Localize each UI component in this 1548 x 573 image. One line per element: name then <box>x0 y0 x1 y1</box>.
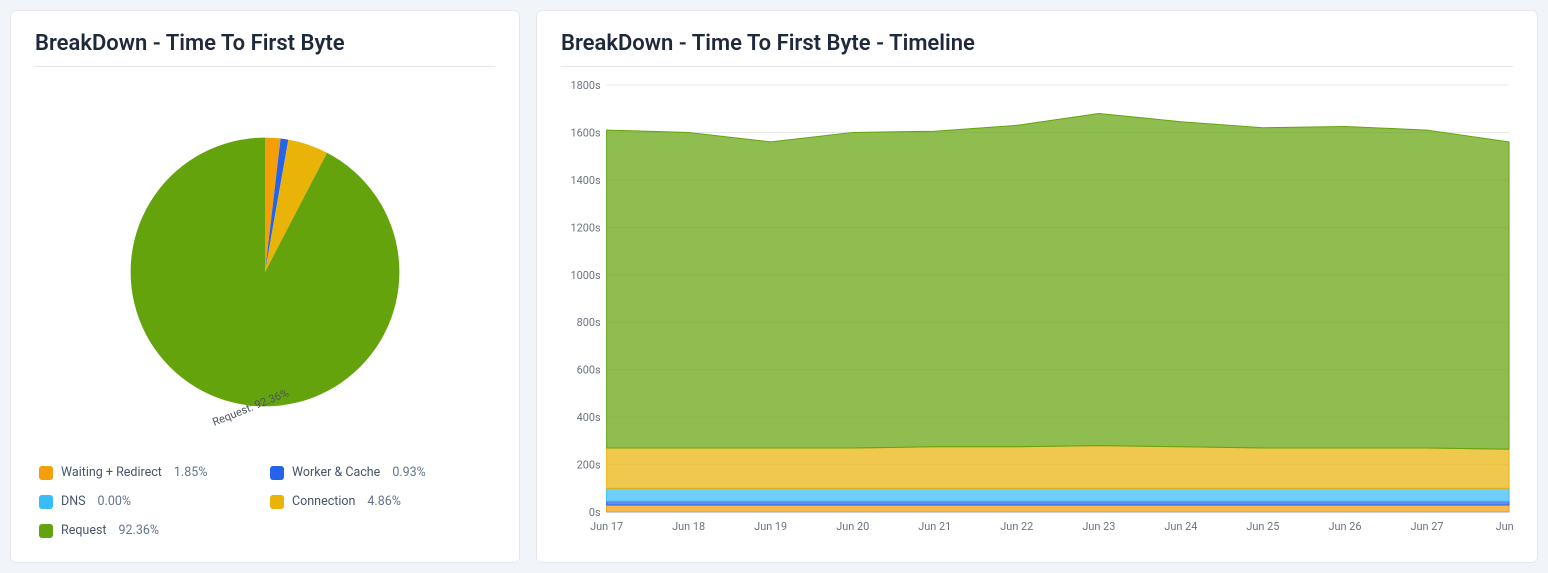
y-tick-label: 1600s <box>571 126 601 139</box>
timeline-chart: 0s 200s 400s 600s 800s 1000s 1200s 1400s 1600s 18… <box>561 79 1513 538</box>
legend-label: Worker & Cache <box>292 465 380 480</box>
legend-pct: 1.85% <box>174 465 208 480</box>
x-tick-label: Jun 21 <box>918 520 951 533</box>
y-tick-label: 600s <box>577 364 601 377</box>
y-tick-label: 400s <box>577 411 601 424</box>
pie-card: BreakDown - Time To First Byte Request: … <box>10 10 520 563</box>
area-series[interactable] <box>607 501 1509 505</box>
y-tick-label: 0s <box>589 506 601 519</box>
legend-pct: 0.93% <box>392 465 426 480</box>
pie-chart <box>125 132 405 412</box>
pie-chart-area[interactable]: Request: 92.36% <box>35 79 495 465</box>
timeline-card-title: BreakDown - Time To First Byte - Timelin… <box>561 31 1513 56</box>
legend-item[interactable]: Worker & Cache 0.93% <box>270 465 491 480</box>
legend-label: Waiting + Redirect <box>61 465 162 480</box>
legend-swatch <box>39 524 53 538</box>
legend-swatch <box>270 466 284 480</box>
x-tick-label: Jun 2 <box>1496 520 1513 533</box>
x-tick-label: Jun 23 <box>1082 520 1115 533</box>
legend-swatch <box>270 495 284 509</box>
legend-pct: 0.00% <box>98 494 132 509</box>
x-tick-label: Jun 26 <box>1328 520 1361 533</box>
pie-legend: Waiting + Redirect 1.85% Worker & Cache 0.9… <box>35 465 495 538</box>
y-tick-label: 800s <box>577 316 601 329</box>
y-tick-label: 1200s <box>571 221 601 234</box>
legend-item[interactable]: DNS 0.00% <box>39 494 260 509</box>
x-tick-label: Jun 25 <box>1246 520 1279 533</box>
timeline-card: BreakDown - Time To First Byte - Timelin… <box>536 10 1538 563</box>
legend-label: Request <box>61 523 107 538</box>
area-series[interactable] <box>607 488 1509 501</box>
y-tick-label: 1400s <box>571 174 601 187</box>
x-tick-label: Jun 22 <box>1000 520 1033 533</box>
legend-pct: 92.36% <box>119 523 160 538</box>
y-tick-label: 200s <box>577 459 601 472</box>
pie-slice[interactable] <box>131 138 400 407</box>
y-tick-label: 1000s <box>571 269 601 282</box>
legend-item[interactable]: Connection 4.86% <box>270 494 491 509</box>
legend-label: Connection <box>292 494 355 509</box>
x-tick-label: Jun 24 <box>1164 520 1197 533</box>
x-tick-label: Jun 17 <box>590 520 623 533</box>
area-series[interactable] <box>607 446 1509 489</box>
area-series[interactable] <box>607 113 1509 449</box>
x-tick-label: Jun 20 <box>836 520 869 533</box>
legend-item[interactable]: Request 92.36% <box>39 523 491 538</box>
x-tick-label: Jun 18 <box>672 520 705 533</box>
legend-item[interactable]: Waiting + Redirect 1.85% <box>39 465 260 480</box>
x-tick-label: Jun 19 <box>754 520 787 533</box>
legend-label: DNS <box>61 494 86 509</box>
pie-body: Request: 92.36% Waiting + Redirect1.85%W… <box>35 79 495 538</box>
pie-card-title: BreakDown - Time To First Byte <box>35 31 495 56</box>
legend-swatch <box>39 495 53 509</box>
x-tick-label: Jun 27 <box>1410 520 1443 533</box>
area-series[interactable] <box>607 505 1509 512</box>
y-tick-label: 1800s <box>571 79 601 92</box>
divider <box>561 66 1513 67</box>
divider <box>35 66 495 67</box>
legend-swatch <box>39 466 53 480</box>
timeline-chart-area[interactable]: 0s 200s 400s 600s 800s 1000s 1200s 1400s 1600s 18… <box>561 79 1513 538</box>
legend-pct: 4.86% <box>367 494 401 509</box>
